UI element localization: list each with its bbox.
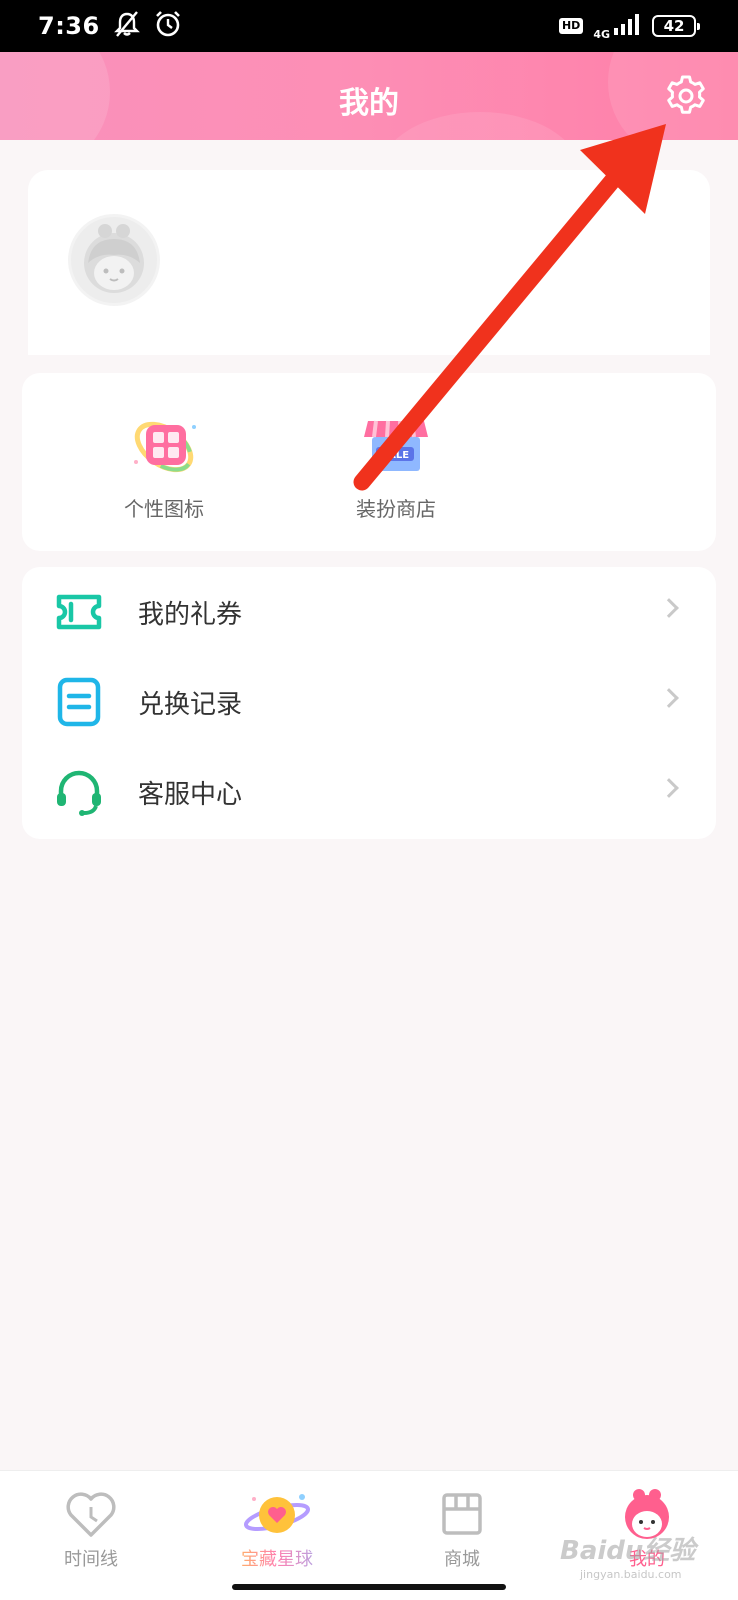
status-time: 7:36 — [38, 12, 100, 40]
profile-card — [28, 170, 710, 355]
menu-label: 兑换记录 — [138, 689, 243, 720]
tab-timeline[interactable]: 时间线 — [31, 1487, 151, 1571]
default-avatar-icon — [84, 224, 144, 293]
gear-icon — [667, 75, 705, 114]
tab-shop[interactable]: 商城 — [402, 1487, 522, 1571]
tool-custom-icon[interactable]: 个性图标 — [84, 407, 244, 522]
menu-item-coupons[interactable]: 我的礼券 — [22, 567, 716, 657]
chevron-right-icon — [659, 598, 679, 618]
chevron-right-icon — [659, 778, 679, 798]
signal-icon — [614, 13, 642, 39]
record-icon — [54, 677, 104, 727]
tab-treasure-planet[interactable]: 宝藏星球 — [217, 1487, 337, 1571]
page-header: 我的 — [0, 52, 738, 140]
battery-indicator: 42 — [652, 15, 700, 37]
page-title: 我的 — [339, 86, 399, 121]
planet-icon — [244, 1487, 310, 1541]
settings-button[interactable] — [664, 74, 708, 118]
tool-dressup-store[interactable]: SALE 装扮商店 — [316, 407, 476, 522]
menu-label: 客服中心 — [138, 779, 243, 810]
status-bar: 7:36 HD 4G 42 — [0, 0, 738, 52]
ticket-icon — [54, 587, 104, 637]
store-sale-icon: SALE — [356, 407, 436, 483]
chevron-right-icon — [659, 688, 679, 708]
shop-icon — [432, 1487, 492, 1541]
avatar[interactable] — [68, 214, 160, 306]
home-indicator[interactable] — [232, 1584, 506, 1590]
tab-label: 时间线 — [64, 1549, 118, 1570]
menu-item-customer-service[interactable]: 客服中心 — [22, 747, 716, 837]
tab-label: 宝藏星球 — [217, 1545, 337, 1571]
menu-label: 我的礼券 — [138, 599, 243, 630]
headset-icon — [54, 767, 104, 817]
watermark-url: jingyan.baidu.com — [580, 1568, 682, 1581]
app-grid-icon — [124, 407, 204, 483]
network-type: 4G — [593, 27, 610, 41]
menu-item-exchange-records[interactable]: 兑换记录 — [22, 657, 716, 747]
hd-badge: HD — [558, 18, 584, 34]
mute-bell-icon — [112, 9, 142, 43]
watermark: Baidu经验 — [560, 1536, 696, 1566]
tool-label: 装扮商店 — [356, 497, 436, 521]
menu-card: 我的礼券 兑换记录 客服中心 — [22, 567, 716, 839]
tool-label: 个性图标 — [124, 497, 204, 521]
tab-label: 商城 — [444, 1549, 480, 1570]
heart-clock-icon — [61, 1487, 121, 1541]
svg-text:SALE: SALE — [381, 450, 409, 461]
alarm-icon — [154, 10, 182, 42]
tools-card: 个性图标 SALE 装扮商店 — [22, 373, 716, 551]
